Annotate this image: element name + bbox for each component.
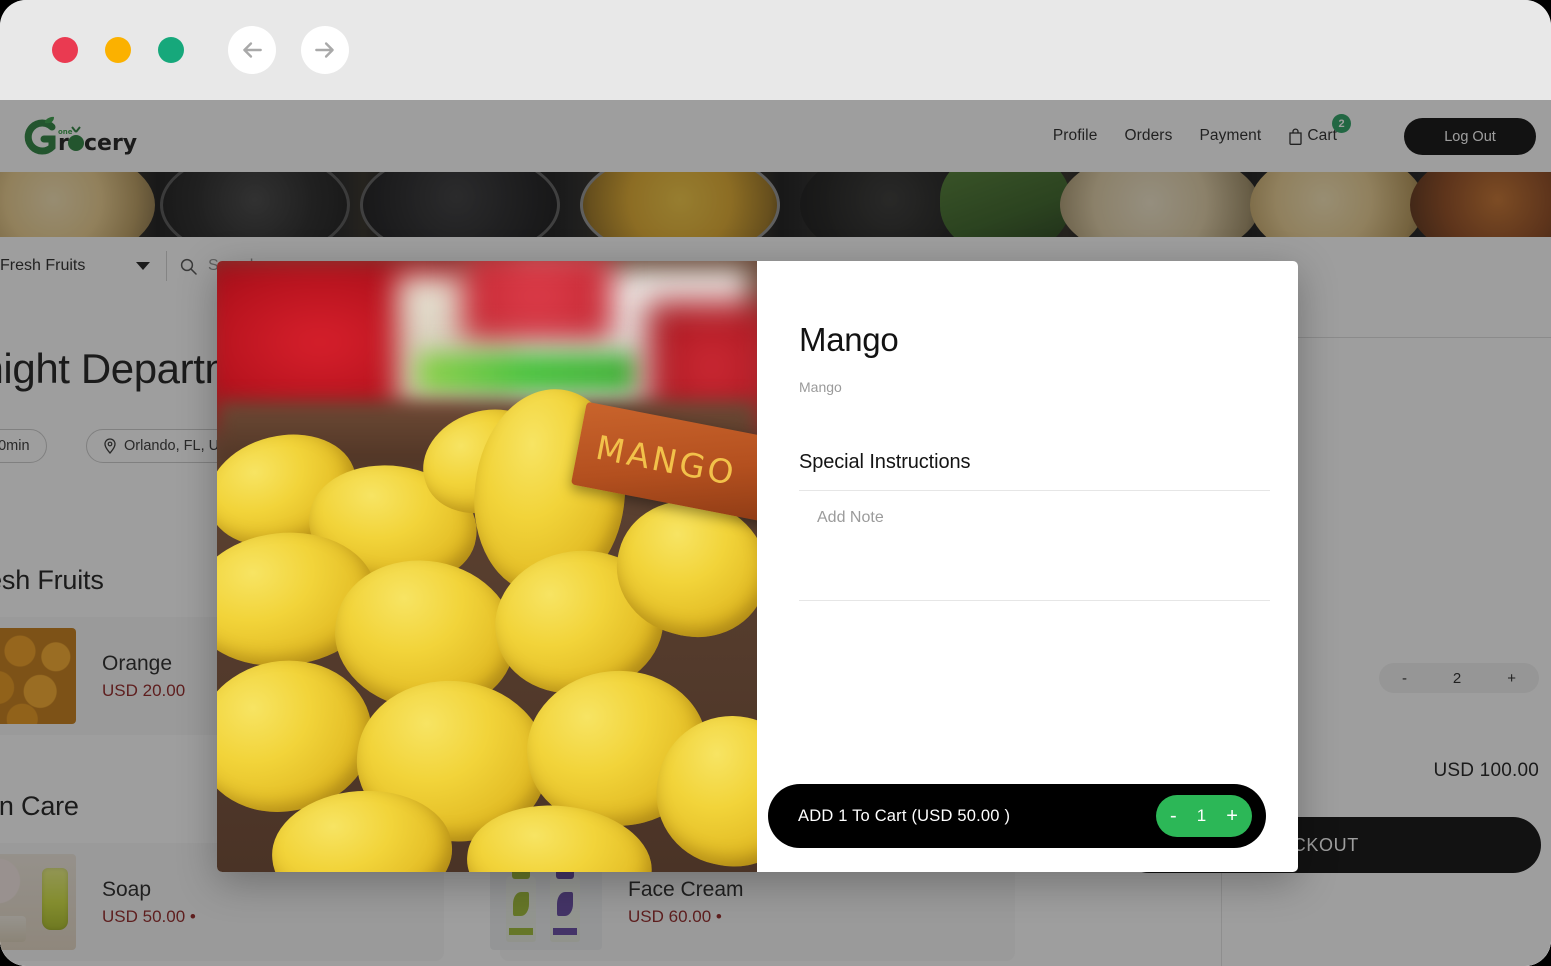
product-modal-image: MANGO: [217, 261, 757, 872]
special-instructions-heading: Special Instructions: [799, 451, 971, 473]
mango-sign-text: MANGO: [592, 427, 740, 493]
forward-button[interactable]: [301, 26, 349, 74]
browser-titlebar: [0, 0, 1551, 100]
note-field-container: [799, 490, 1270, 601]
add-to-cart-label: ADD 1 To Cart (USD 50.00 ): [798, 806, 1011, 825]
arrow-left-icon: [243, 42, 262, 58]
minimize-window-button[interactable]: [105, 37, 131, 63]
modal-qty-increment[interactable]: +: [1226, 806, 1238, 826]
modal-image-bg-blur: [417, 353, 637, 393]
arrow-right-icon: [315, 42, 334, 58]
add-note-input[interactable]: [817, 509, 1270, 579]
product-modal-content: Mango Mango Special Instructions ADD 1 T…: [757, 261, 1298, 872]
product-detail-modal: MANGO Mango Mango Special Instructions A…: [217, 261, 1298, 872]
add-to-cart-bar[interactable]: ADD 1 To Cart (USD 50.00 ) - 1 +: [768, 784, 1266, 848]
browser-window: r cery one Profile Orders Payment Cart 2…: [0, 0, 1551, 966]
close-window-button[interactable]: [52, 37, 78, 63]
back-button[interactable]: [228, 26, 276, 74]
product-subtitle: Mango: [799, 379, 842, 395]
maximize-window-button[interactable]: [158, 37, 184, 63]
product-title: Mango: [799, 321, 899, 358]
modal-image-bg-blur: [462, 261, 612, 341]
modal-quantity-stepper[interactable]: - 1 +: [1156, 795, 1252, 837]
modal-qty-decrement[interactable]: -: [1170, 806, 1177, 826]
modal-qty-value: 1: [1196, 806, 1207, 825]
